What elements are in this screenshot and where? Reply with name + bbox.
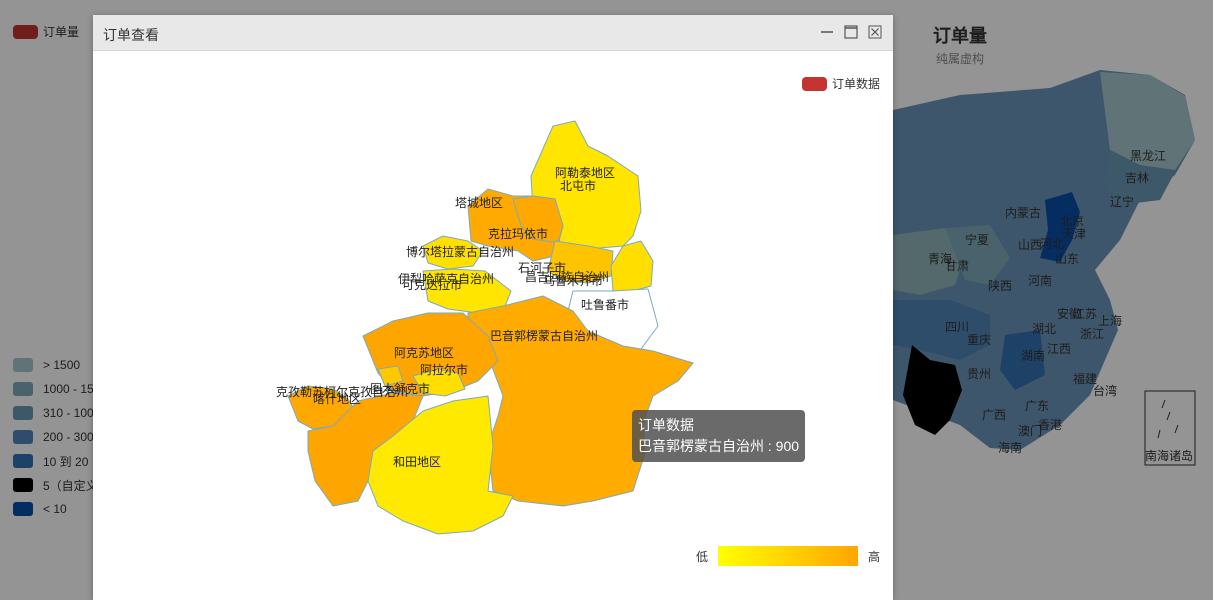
visual-gradient-bar[interactable] <box>718 546 859 566</box>
map-label: 可克达拉市 <box>402 277 462 292</box>
modal-header[interactable]: 订单查看 <box>93 15 893 51</box>
map-label: 喀什地区 <box>313 392 361 406</box>
map-label: 克拉玛依市 <box>488 226 548 241</box>
map-tooltip: 订单数据 巴音郭楞蒙古自治州 : 900 <box>632 410 806 462</box>
minimize-icon[interactable] <box>820 25 834 39</box>
map-label: 北屯市 <box>560 178 596 193</box>
close-icon[interactable] <box>868 25 882 39</box>
tooltip-row: 巴音郭楞蒙古自治州 : 900 <box>638 436 799 457</box>
region-hami <box>610 240 654 292</box>
map-label: 博尔塔拉蒙古自治州 <box>406 244 514 259</box>
map-label: 阿勒泰地区 <box>555 166 615 180</box>
visual-high-label: 高 <box>868 549 881 564</box>
tooltip-separator: : <box>764 438 776 454</box>
map-label: 塔城地区 <box>455 196 503 210</box>
xinjiang-map[interactable]: 阿勒泰地区 北屯市 塔城地区 克拉玛依市 博尔塔拉蒙古自治州 伊犁哈萨克自治州 … <box>93 51 893 571</box>
visual-low-label: 低 <box>696 549 709 564</box>
tooltip-region: 巴音郭楞蒙古自治州 <box>638 438 764 454</box>
tooltip-series: 订单数据 <box>638 417 694 433</box>
map-label: 图木舒克市 <box>370 381 430 396</box>
map-label: 阿克苏地区 <box>394 346 454 360</box>
map-label: 巴音郭楞蒙古自治州 <box>490 328 598 343</box>
order-view-modal: 订单查看 订单数据 阿勒泰地区 北屯市 塔城地区 克拉玛依市 博尔塔拉蒙古自治州… <box>93 15 893 600</box>
tooltip-value: 900 <box>775 438 800 454</box>
map-label: 阿拉尔市 <box>420 362 468 377</box>
region-bayingol <box>467 295 694 507</box>
visual-map[interactable]: 低 高 <box>696 546 880 566</box>
maximize-icon[interactable] <box>844 25 858 39</box>
map-label: 和田地区 <box>393 455 441 469</box>
modal-title: 订单查看 <box>103 27 159 43</box>
map-label: 吐鲁番市 <box>581 297 629 312</box>
map-label: 乌鲁木齐市 <box>543 273 603 288</box>
